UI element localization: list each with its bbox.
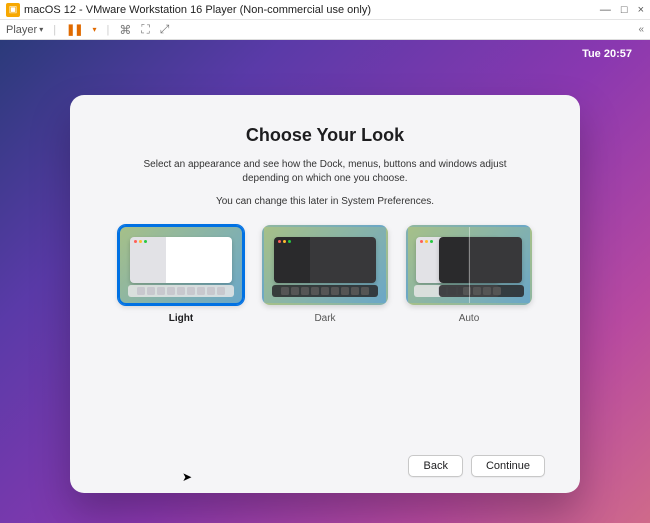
- guest-display: Tue 20:57 Choose Your Look Select an app…: [0, 40, 650, 523]
- appearance-thumb-light: [118, 225, 244, 305]
- toolbar-separator: |: [107, 24, 110, 36]
- enter-unity-icon[interactable]: ⛶: [141, 22, 149, 37]
- host-window-controls: — □ ×: [600, 4, 644, 16]
- vmware-logo-icon: ▣: [6, 3, 20, 17]
- host-toolbar: Player ▾ | ❚❚ ▾ | ⌘ ⛶ ⤢ «: [0, 20, 650, 40]
- page-subtitle: Select an appearance and see how the Doc…: [135, 158, 515, 186]
- send-ctrl-alt-del-icon[interactable]: ⌘: [119, 23, 131, 37]
- appearance-label: Dark: [314, 313, 335, 324]
- pause-icon[interactable]: ❚❚: [66, 23, 82, 36]
- page-title: Choose Your Look: [105, 125, 545, 146]
- toolbar-separator: |: [53, 24, 56, 36]
- host-window-title: macOS 12 - VMware Workstation 16 Player …: [24, 4, 600, 16]
- menubar-clock[interactable]: Tue 20:57: [582, 48, 632, 60]
- appearance-option-auto[interactable]: Auto: [406, 225, 532, 324]
- close-button[interactable]: ×: [638, 4, 644, 16]
- pause-dropdown-icon[interactable]: ▾: [93, 25, 97, 34]
- setup-assistant-window: Choose Your Look Select an appearance an…: [70, 95, 580, 493]
- fullscreen-icon[interactable]: ⤢: [160, 22, 170, 37]
- maximize-button[interactable]: □: [621, 4, 628, 16]
- back-button[interactable]: Back: [408, 455, 462, 477]
- host-titlebar: ▣ macOS 12 - VMware Workstation 16 Playe…: [0, 0, 650, 20]
- appearance-label: Light: [169, 313, 193, 324]
- player-menu[interactable]: Player ▾: [6, 24, 43, 36]
- toolbar-overflow-icon[interactable]: «: [638, 24, 644, 35]
- continue-button[interactable]: Continue: [471, 455, 545, 477]
- minimize-button[interactable]: —: [600, 4, 611, 16]
- page-note: You can change this later in System Pref…: [105, 196, 545, 207]
- appearance-thumb-dark: [262, 225, 388, 305]
- appearance-label: Auto: [459, 313, 480, 324]
- chevron-down-icon: ▾: [39, 25, 43, 34]
- appearance-options: Light Dark: [105, 225, 545, 324]
- appearance-thumb-auto: [406, 225, 532, 305]
- player-menu-label: Player: [6, 24, 37, 36]
- setup-footer: Back Continue: [105, 455, 545, 477]
- appearance-option-light[interactable]: Light: [118, 225, 244, 324]
- appearance-option-dark[interactable]: Dark: [262, 225, 388, 324]
